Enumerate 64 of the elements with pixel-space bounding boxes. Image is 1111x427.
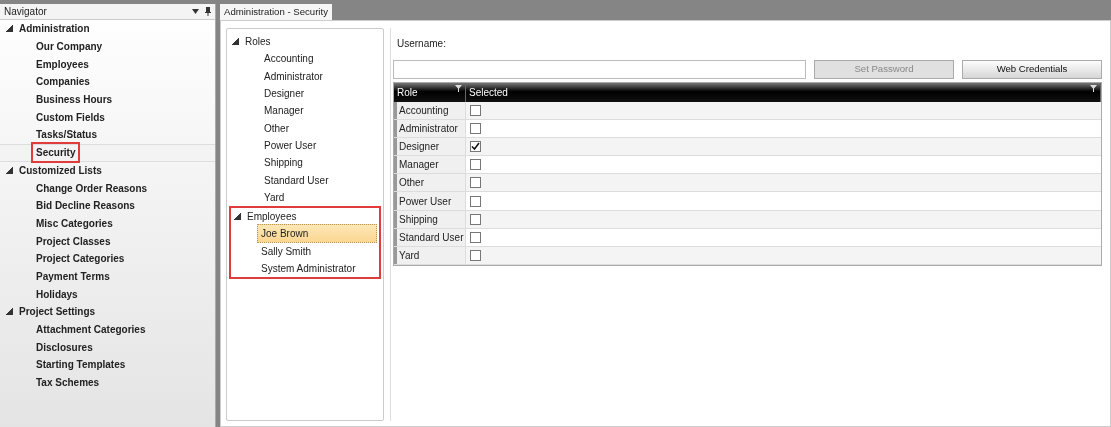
checkbox[interactable]: [470, 105, 481, 117]
expand-icon[interactable]: [232, 38, 239, 46]
tree-item[interactable]: Power User: [260, 135, 381, 155]
checkbox[interactable]: [470, 159, 481, 171]
table-cell: Administrator: [394, 120, 466, 138]
filter-icon[interactable]: [1090, 85, 1097, 92]
nav-item[interactable]: Companies: [33, 73, 93, 91]
nav-item[interactable]: Project Classes: [33, 232, 114, 250]
nav-item[interactable]: Change Order Reasons: [33, 179, 151, 197]
dropdown-icon[interactable]: [192, 9, 199, 14]
tree-item[interactable]: Manager: [260, 101, 381, 121]
table-cell: Power User: [394, 192, 466, 210]
panel-title: Navigator: [4, 5, 48, 19]
nav-item[interactable]: Disclosures: [33, 338, 96, 356]
tree-item[interactable]: System Administrator: [257, 259, 377, 278]
checkbox[interactable]: [470, 141, 481, 153]
checkbox[interactable]: [470, 213, 481, 225]
nav-item[interactable]: Holidays: [33, 285, 81, 303]
nav-item[interactable]: Custom Fields: [33, 108, 108, 126]
pin-icon[interactable]: [205, 7, 211, 16]
tree-item[interactable]: Accounting: [260, 49, 381, 69]
tree-item[interactable]: Administrator: [260, 66, 381, 86]
expand-icon[interactable]: [6, 166, 13, 174]
nav-group[interactable]: Customized Lists: [19, 162, 102, 178]
expand-icon[interactable]: [234, 213, 241, 221]
tree-node[interactable]: Roles: [245, 34, 271, 50]
nav-item[interactable]: Payment Terms: [33, 267, 113, 285]
document-tab[interactable]: Administration - Security: [220, 4, 332, 20]
tree-node[interactable]: Employees: [247, 209, 297, 225]
tree-item[interactable]: Joe Brown: [257, 224, 377, 244]
table-cell: Other: [394, 174, 466, 192]
nav-item[interactable]: Misc Categories: [33, 214, 116, 232]
nav-item[interactable]: Project Categories: [33, 250, 128, 268]
tree-item[interactable]: Standard User: [260, 170, 381, 190]
expand-icon[interactable]: [6, 25, 13, 33]
username-label: Username:: [396, 37, 447, 51]
nav-item[interactable]: Business Hours: [33, 91, 116, 109]
table-cell: Manager: [394, 156, 466, 174]
checkbox[interactable]: [470, 249, 481, 261]
checkbox[interactable]: [470, 231, 481, 243]
checkbox[interactable]: [470, 177, 481, 189]
tree-item[interactable]: Yard: [260, 187, 381, 207]
tree-item[interactable]: Shipping: [260, 153, 381, 173]
nav-item[interactable]: Attachment Categories: [33, 321, 149, 339]
expand-icon[interactable]: [6, 308, 13, 316]
nav-item[interactable]: Our Company: [33, 38, 106, 56]
nav-item[interactable]: Security: [33, 144, 79, 162]
nav-item[interactable]: Tax Schemes: [33, 374, 103, 392]
nav-item[interactable]: Employees: [33, 55, 92, 73]
nav-item[interactable]: Starting Templates: [33, 356, 129, 374]
action-button[interactable]: Web Credentials: [962, 60, 1102, 79]
tree-item[interactable]: Designer: [260, 84, 381, 104]
table-cell: Accounting: [394, 102, 466, 120]
nav-item[interactable]: Bid Decline Reasons: [33, 197, 138, 215]
nav-group[interactable]: Project Settings: [19, 304, 96, 320]
username-field[interactable]: [393, 60, 806, 79]
checkbox[interactable]: [470, 195, 481, 207]
tree-item[interactable]: Sally Smith: [257, 241, 377, 261]
tree-item[interactable]: Other: [260, 118, 381, 138]
table-cell: Designer: [394, 138, 466, 156]
nav-item[interactable]: Tasks/Status: [33, 126, 100, 144]
filter-icon[interactable]: [455, 85, 462, 92]
nav-group[interactable]: Administration: [19, 21, 90, 37]
checkbox[interactable]: [470, 123, 481, 135]
